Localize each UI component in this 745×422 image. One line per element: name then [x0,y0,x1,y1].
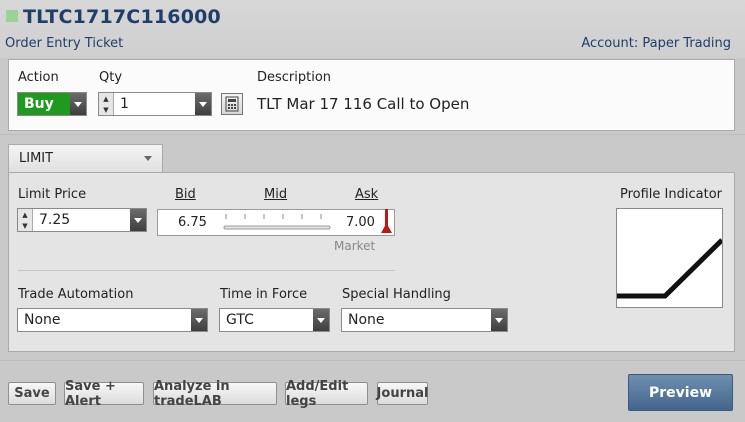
background-divider [0,134,745,135]
spin-down-icon[interactable]: ▼ [99,104,113,115]
time-in-force-value: GTC [226,312,254,328]
analyze-tradelab-button[interactable]: Analyze in tradeLAB [153,379,277,409]
ask-value: 7.00 [346,215,375,230]
profile-indicator-label: Profile Indicator [620,187,723,202]
qty-value: 1 [120,96,129,112]
mid-link[interactable]: Mid [264,187,287,202]
bid-link[interactable]: Bid [175,187,196,202]
trade-automation-label: Trade Automation [18,287,134,302]
price-scale [223,214,331,230]
preview-button[interactable]: Preview [628,374,733,411]
limit-price-label: Limit Price [18,187,87,202]
section-divider [18,270,395,271]
tab-order-type[interactable]: LIMIT [8,144,163,172]
ask-marker-icon[interactable] [380,207,394,235]
spin-down-icon[interactable]: ▼ [18,220,32,231]
chevron-down-icon[interactable] [144,156,152,161]
symbol-title: TLTC1717C116000 [23,6,221,28]
calculator-icon[interactable] [221,93,243,115]
action-label: Action [18,70,59,85]
spin-up-icon[interactable]: ▲ [99,93,113,104]
chevron-down-icon[interactable] [70,93,86,115]
action-value: Buy [18,93,70,115]
symbol-status-icon [6,10,18,22]
trade-automation-value: None [24,312,61,328]
description-label: Description [257,70,332,85]
trade-automation-select[interactable]: None [17,308,208,332]
spin-up-icon[interactable]: ▲ [18,209,32,220]
market-label[interactable]: Market [334,239,375,253]
add-edit-legs-button[interactable]: Add/Edit legs [285,379,368,409]
special-handling-value: None [348,312,385,328]
special-handling-select[interactable]: None [341,308,508,332]
profile-indicator-chart [616,208,724,308]
description-value: TLT Mar 17 116 Call to Open [257,95,470,113]
bid-ask-slider[interactable]: 6.75 7.00 [157,209,395,236]
save-button[interactable]: Save [8,382,56,405]
journal-button[interactable]: Journal [377,382,428,405]
qty-spinner[interactable]: ▲ ▼ [99,93,114,115]
chevron-down-icon[interactable] [313,309,329,331]
ticket-title: Order Entry Ticket [5,36,124,51]
time-in-force-label: Time in Force [220,287,308,302]
limit-price-value: 7.25 [39,212,71,228]
action-select[interactable]: Buy [17,92,87,116]
payoff-line [617,238,724,299]
chevron-down-icon[interactable] [191,309,207,331]
qty-label: Qty [99,70,123,85]
limit-price-stepper[interactable]: ▲ ▼ 7.25 [17,208,147,232]
qty-stepper[interactable]: ▲ ▼ 1 [98,92,212,116]
ticket-header: TLTC1717C116000 Order Entry Ticket Accou… [0,0,745,58]
order-type-label: LIMIT [19,151,54,166]
chevron-down-icon[interactable] [491,309,507,331]
chevron-down-icon[interactable] [130,209,146,231]
bid-value: 6.75 [178,215,207,230]
ask-link[interactable]: Ask [355,187,378,202]
save-alert-button[interactable]: Save + Alert [64,379,144,409]
price-spinner[interactable]: ▲ ▼ [18,209,33,231]
background-divider [0,360,745,361]
chevron-down-icon[interactable] [195,93,211,115]
time-in-force-select[interactable]: GTC [219,308,330,332]
special-handling-label: Special Handling [342,287,451,302]
account-label[interactable]: Account: Paper Trading [581,36,731,51]
